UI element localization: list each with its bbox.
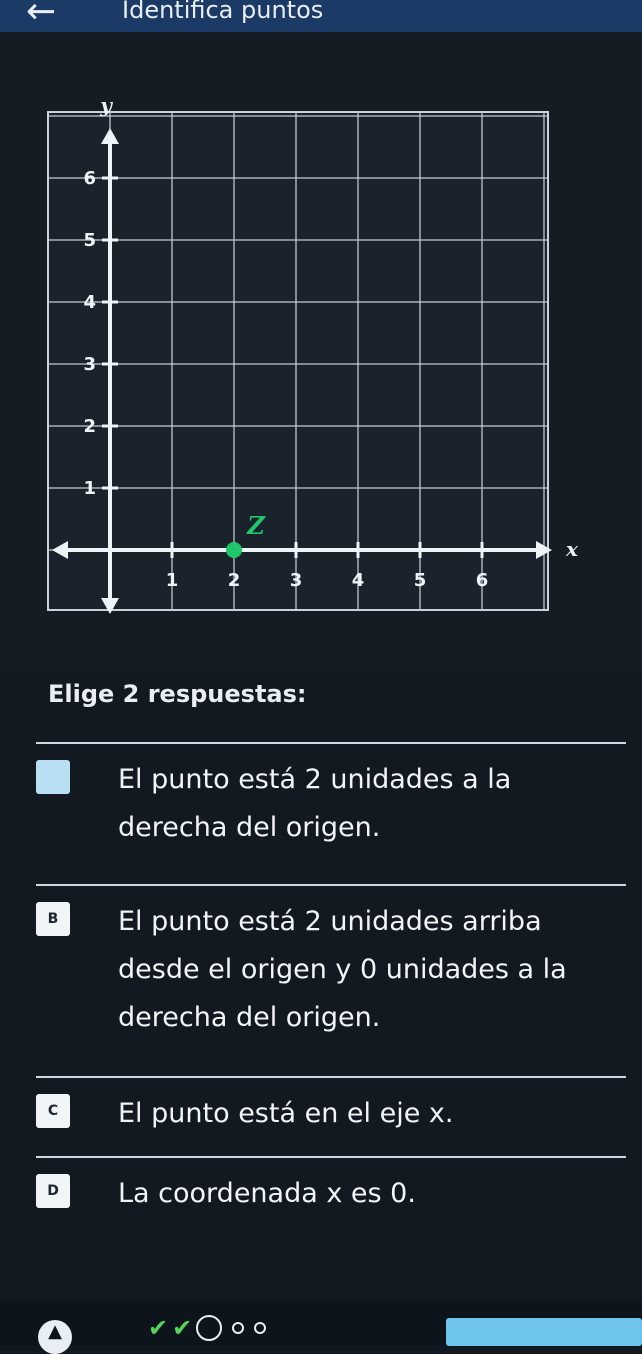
top-bar: ← Identifica puntos	[0, 0, 642, 32]
option-b-badge[interactable]: B	[36, 902, 70, 936]
divider	[36, 1156, 626, 1158]
x-tick-label: 2	[228, 570, 241, 591]
option-b-text: El punto está 2 unidades arriba desde el…	[118, 906, 567, 1033]
y-tick-label: 3	[83, 354, 96, 375]
upcoming-step-icon	[254, 1322, 267, 1334]
current-step-icon	[196, 1315, 223, 1341]
x-axis-label: x	[565, 537, 579, 561]
coordinate-plane[interactable]: x y 1 2 3 4 5 6 1 2 3 4 5 6 Z	[0, 32, 642, 672]
option-c-badge[interactable]: C	[36, 1094, 70, 1128]
option-d-text: La coordenada x es 0.	[118, 1178, 416, 1209]
y-tick-label: 1	[83, 478, 96, 499]
question-prompt: Elige 2 respuestas:	[48, 680, 307, 708]
y-tick-label: 5	[83, 230, 96, 251]
x-tick-label: 5	[414, 570, 427, 591]
x-tick-label: 4	[352, 570, 365, 591]
option-a-badge[interactable]: A	[36, 760, 70, 794]
arrow-left-icon[interactable]: ←	[26, 0, 56, 30]
y-tick-label: 4	[83, 292, 96, 313]
option-d-badge[interactable]: D	[36, 1174, 70, 1208]
divider	[36, 1076, 626, 1078]
option-c-text: El punto está en el eje x.	[118, 1098, 454, 1129]
check-button[interactable]	[446, 1318, 642, 1346]
progress-indicator: ✔ ✔	[148, 1314, 267, 1342]
page-title: Identifica puntos	[122, 0, 324, 24]
option-a-text: El punto está 2 unidades a la derecha de…	[118, 764, 512, 843]
x-tick-label: 6	[476, 570, 489, 591]
bottom-bar: ▲ ✔ ✔	[0, 1300, 642, 1354]
y-tick-label: 6	[83, 168, 96, 189]
x-tick-label: 3	[290, 570, 303, 591]
graph-panel: x y 1 2 3 4 5 6 1 2 3 4 5 6 Z	[0, 32, 642, 672]
check-icon: ✔	[172, 1314, 193, 1342]
y-tick-label: 2	[83, 416, 96, 437]
grid-background	[47, 111, 549, 611]
x-tick-label: 1	[166, 570, 179, 591]
hint-icon[interactable]: ▲	[38, 1320, 72, 1354]
divider	[36, 742, 626, 744]
point-label: Z	[246, 511, 266, 540]
upcoming-step-icon	[232, 1322, 245, 1334]
check-icon: ✔	[148, 1314, 169, 1342]
y-axis-label: y	[99, 93, 113, 117]
point-marker	[226, 542, 242, 558]
divider	[36, 884, 626, 886]
